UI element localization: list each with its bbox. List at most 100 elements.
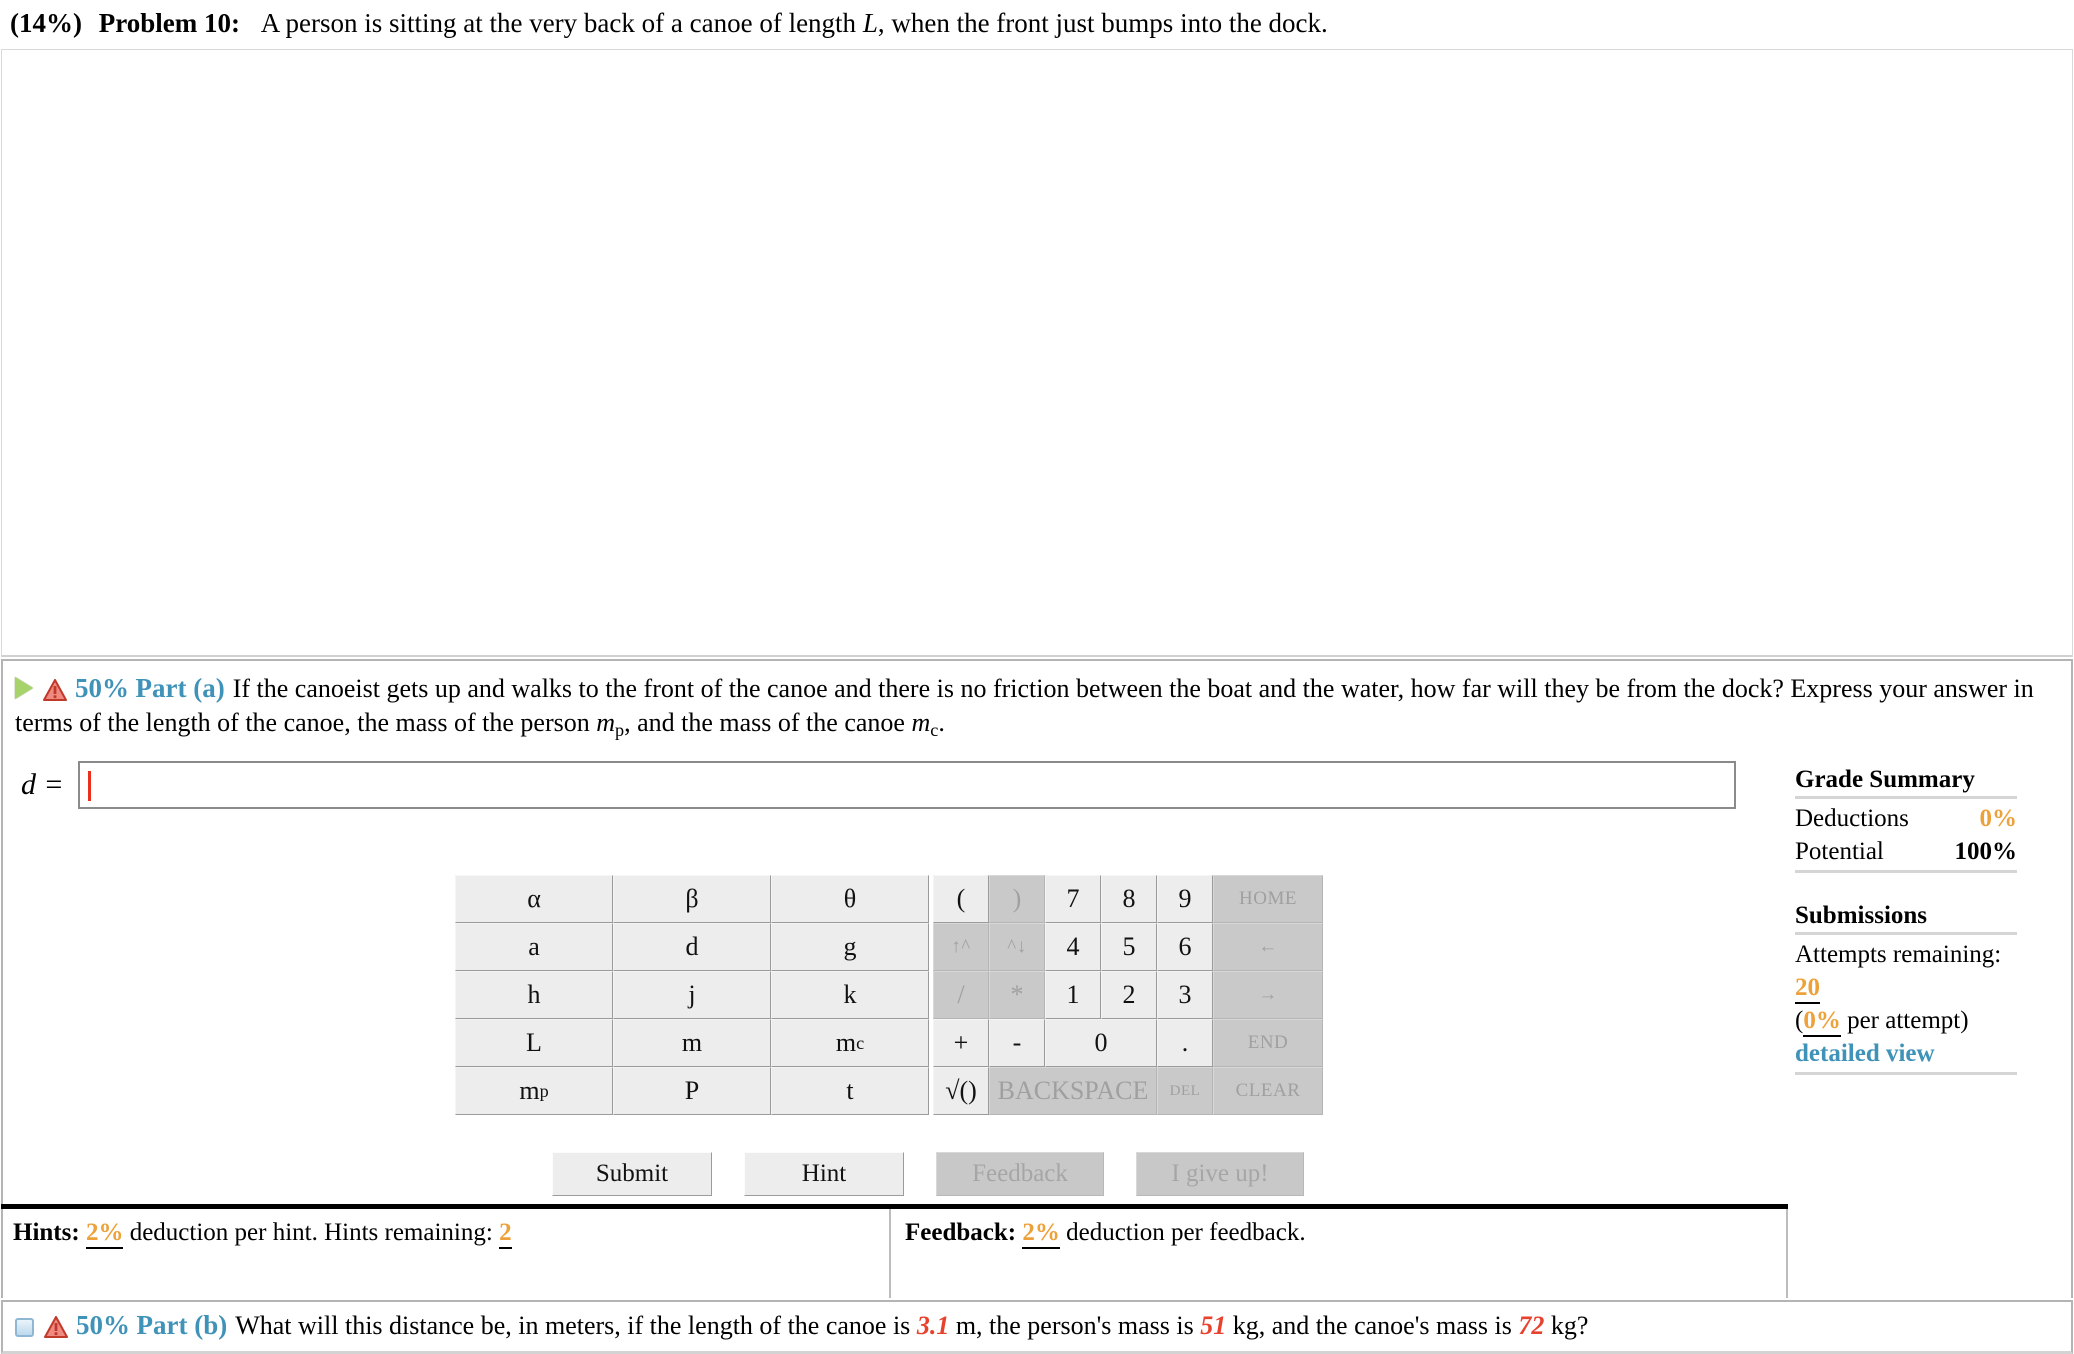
deductions-row: Deductions 0% [1795, 802, 2017, 835]
part-b-text-1: What will this distance be, in meters, i… [235, 1311, 917, 1340]
grade-divider-4 [1795, 1072, 2017, 1075]
warning-triangle-icon [43, 679, 67, 701]
key-g[interactable]: g [771, 923, 929, 971]
potential-value: 100% [1954, 838, 2018, 865]
part-a-weight: 50% [75, 673, 129, 703]
part-a-text-3: . [938, 708, 945, 737]
key-plus[interactable]: + [933, 1019, 989, 1067]
key-beta[interactable]: β [613, 875, 771, 923]
part-b-header: 50% Part (b) What will this distance be, … [15, 1310, 1588, 1341]
key-theta[interactable]: θ [771, 875, 929, 923]
problem-header: (14%) Problem 10: A person is sitting at… [0, 0, 2074, 50]
problem-figure-panel [1, 49, 2073, 657]
key-mp[interactable]: mp [455, 1067, 613, 1115]
submissions-title: Submissions [1795, 902, 1928, 929]
key-clear: CLEAR [1213, 1067, 1323, 1115]
key-superscript-up-icon: ↑^ [933, 923, 989, 971]
part-b-label: Part (b) [136, 1310, 228, 1340]
key-home: HOME [1213, 875, 1323, 923]
grade-divider-2 [1795, 870, 2017, 873]
key-3[interactable]: 3 [1157, 971, 1213, 1019]
answer-label: d = [21, 768, 64, 801]
part-a-var-mc: m [911, 708, 931, 737]
play-triangle-icon[interactable] [15, 677, 33, 699]
key-a[interactable]: a [455, 923, 613, 971]
part-b-text-3: kg, and the canoe's mass is [1226, 1311, 1519, 1340]
key-L[interactable]: L [455, 1019, 613, 1067]
key-superscript-down-icon: ^↓ [989, 923, 1045, 971]
hints-text: deduction per hint. Hints remaining: [129, 1219, 493, 1246]
key-7[interactable]: 7 [1045, 875, 1101, 923]
problem-page: (14%) Problem 10: A person is sitting at… [0, 0, 2074, 1354]
hints-remaining-count: 2 [499, 1219, 512, 1249]
key-divide: / [933, 971, 989, 1019]
part-a-text-2: , and the mass of the canoe [624, 708, 912, 737]
warning-triangle-icon [44, 1316, 68, 1338]
part-b-section: 50% Part (b) What will this distance be, … [1, 1300, 2073, 1354]
key-alpha[interactable]: α [455, 875, 613, 923]
part-b-canoe-length: 3.1 [916, 1311, 950, 1340]
hints-label: Hints: [13, 1219, 80, 1246]
feedback-label: Feedback: [905, 1219, 1017, 1246]
feedback-text: deduction per feedback. [1066, 1219, 1306, 1246]
attempts-value: 20 [1795, 974, 1820, 1004]
key-close-paren: ) [989, 875, 1045, 923]
attempts-label: Attempts remaining: [1795, 941, 2002, 968]
key-d[interactable]: d [613, 923, 771, 971]
math-keypad: α β θ a d g h j k L m mc mp P t ( ) 7 8 … [455, 875, 1323, 1115]
key-mp-base: m [519, 1076, 540, 1105]
hints-deduction-percent: 2% [85, 1219, 124, 1249]
part-b-question: What will this distance be, in meters, i… [235, 1311, 1588, 1340]
key-h[interactable]: h [455, 971, 613, 1019]
hints-feedback-bar: Hints: 2% deduction per hint. Hints rema… [1, 1204, 1788, 1298]
key-0[interactable]: 0 [1045, 1019, 1157, 1067]
key-backspace: BACKSPACE [989, 1067, 1157, 1115]
part-b-weight: 50% [76, 1310, 130, 1340]
key-P[interactable]: P [613, 1067, 771, 1115]
key-1[interactable]: 1 [1045, 971, 1101, 1019]
key-t[interactable]: t [771, 1067, 929, 1115]
problem-statement: A person is sitting at the very back of … [261, 8, 1328, 38]
part-a-text-1: If the canoeist gets up and walks to the… [15, 674, 2034, 737]
hint-button[interactable]: Hint [744, 1152, 904, 1196]
key-multiply: * [989, 971, 1045, 1019]
key-open-paren[interactable]: ( [933, 875, 989, 923]
key-m[interactable]: m [613, 1019, 771, 1067]
per-attempt-row: (0% per attempt) [1795, 1004, 2017, 1037]
key-4[interactable]: 4 [1045, 923, 1101, 971]
deductions-value: 0% [1979, 805, 2018, 832]
per-attempt-text: per attempt) [1840, 1007, 1969, 1034]
grade-spacer [1795, 876, 2017, 902]
key-5[interactable]: 5 [1101, 923, 1157, 971]
blue-square-icon[interactable] [15, 1318, 34, 1337]
key-9[interactable]: 9 [1157, 875, 1213, 923]
key-mc[interactable]: mc [771, 1019, 929, 1067]
key-end: END [1213, 1019, 1323, 1067]
part-b-person-mass: 51 [1200, 1311, 1227, 1340]
key-mp-sub: p [539, 1080, 549, 1101]
numeric-keypad: ( ) 7 8 9 HOME ↑^ ^↓ 4 5 6 ← / * 1 2 3 →… [933, 875, 1323, 1115]
detailed-view-link[interactable]: detailed view [1795, 1037, 2017, 1070]
key-8[interactable]: 8 [1101, 875, 1157, 923]
part-b-text-2: m, the person's mass is [949, 1311, 1201, 1340]
key-mc-base: m [835, 1028, 857, 1057]
key-6[interactable]: 6 [1157, 923, 1213, 971]
hints-cell: Hints: 2% deduction per hint. Hints rema… [1, 1209, 891, 1298]
action-buttons: Submit Hint Feedback I give up! [552, 1152, 1304, 1196]
answer-input[interactable] [77, 761, 1736, 809]
grade-divider-1 [1795, 796, 2017, 799]
key-k[interactable]: k [771, 971, 929, 1019]
per-attempt-percent: 0% [1803, 1007, 1841, 1037]
key-sqrt[interactable]: √() [933, 1067, 989, 1115]
key-2[interactable]: 2 [1101, 971, 1157, 1019]
variable-keypad: α β θ a d g h j k L m mc mp P t [455, 875, 929, 1115]
key-decimal-point[interactable]: . [1157, 1019, 1213, 1067]
grade-summary-title: Grade Summary [1795, 766, 1975, 793]
part-a-header: 50% Part (a) If the canoeist gets up and … [15, 671, 2061, 747]
key-minus[interactable]: - [989, 1019, 1045, 1067]
key-right-arrow-icon: → [1213, 971, 1323, 1019]
problem-statement-pre: A person is sitting at the very back of … [260, 8, 863, 38]
key-j[interactable]: j [613, 971, 771, 1019]
submit-button[interactable]: Submit [552, 1152, 712, 1196]
problem-title: Problem 10: [98, 8, 240, 38]
